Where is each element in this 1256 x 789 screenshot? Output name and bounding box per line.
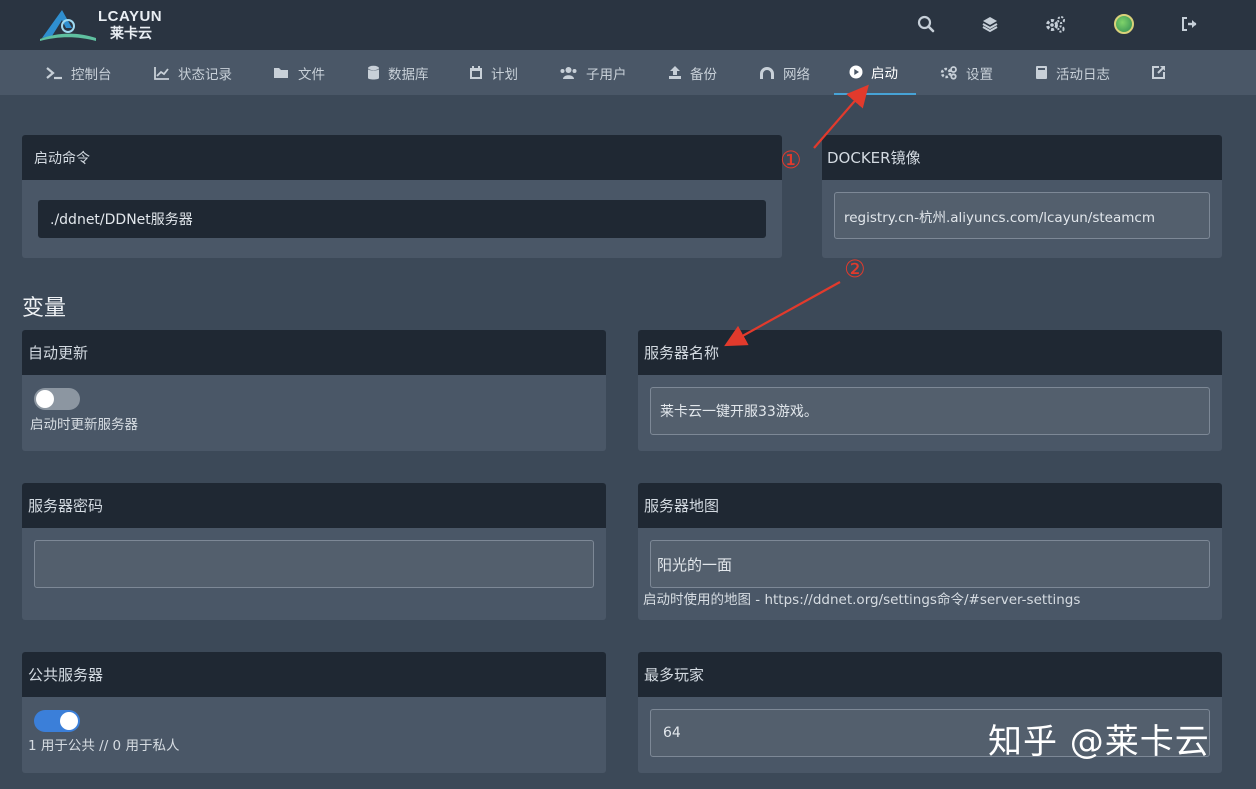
server-password-title: 服务器密码 bbox=[22, 483, 606, 528]
nav-item-network[interactable]: 网络 bbox=[759, 50, 810, 95]
variables-title: 变量 bbox=[22, 296, 67, 321]
server-name-field[interactable]: 莱卡云一键开服33游戏。 bbox=[650, 387, 1210, 435]
nav-label: 计划 bbox=[491, 66, 518, 83]
logo-mark-icon bbox=[40, 10, 96, 41]
startup-command-title: 启动命令 bbox=[22, 135, 782, 180]
startup-command-card: 启动命令 ./ddnet/DDNet服务器 bbox=[22, 135, 782, 258]
nav-item-startup[interactable]: 启动 bbox=[834, 50, 916, 95]
brand-logo[interactable]: LCAYUN 莱卡云 bbox=[38, 6, 178, 42]
server-nav: 控制台 状态记录 文件 数据库 计划 子用户 备份 网络 启动 设置 活动日志 bbox=[0, 50, 1256, 95]
docker-image-card: DOCKER镜像 registry.cn-杭州.aliyuncs.com/lca… bbox=[822, 135, 1222, 258]
auto-update-card: 自动更新 启动时更新服务器 bbox=[22, 330, 606, 451]
network-icon bbox=[760, 66, 774, 79]
max-players-title: 最多玩家 bbox=[638, 652, 1222, 697]
public-server-card: 公共服务器 1 用于公共 // 0 用于私人 bbox=[22, 652, 606, 773]
server-password-field[interactable] bbox=[34, 540, 594, 588]
folder-icon bbox=[274, 67, 288, 78]
nav-label: 启动 bbox=[871, 65, 898, 82]
nav-item-backups[interactable]: 备份 bbox=[668, 50, 717, 95]
server-name-card: 服务器名称 莱卡云一键开服33游戏。 bbox=[638, 330, 1222, 451]
external-link-icon[interactable] bbox=[1151, 50, 1166, 95]
nav-label: 状态记录 bbox=[178, 66, 232, 83]
docker-image-field[interactable]: registry.cn-杭州.aliyuncs.com/lcayun/steam… bbox=[834, 192, 1210, 239]
nav-label: 数据库 bbox=[388, 66, 429, 83]
server-map-help: 启动时使用的地图 - https://ddnet.org/settings命令/… bbox=[643, 592, 1081, 608]
upload-icon bbox=[669, 66, 681, 79]
docker-image-title: DOCKER镜像 bbox=[822, 135, 1222, 180]
nav-item-schedule[interactable]: 计划 bbox=[469, 50, 518, 95]
book-icon bbox=[1036, 66, 1047, 79]
nav-item-stats[interactable]: 状态记录 bbox=[154, 50, 232, 95]
top-bar: LCAYUN 莱卡云 bbox=[0, 0, 1256, 50]
auto-update-help: 启动时更新服务器 bbox=[30, 417, 138, 433]
nav-item-settings[interactable]: 设置 bbox=[940, 50, 993, 95]
sign-out-icon[interactable] bbox=[1179, 13, 1201, 35]
server-map-field[interactable]: 阳光的一面 bbox=[650, 540, 1210, 588]
calendar-icon bbox=[470, 66, 482, 79]
server-name-title: 服务器名称 bbox=[638, 330, 1222, 375]
watermark: 知乎 @莱卡云 bbox=[988, 722, 1210, 762]
startup-command-field[interactable]: ./ddnet/DDNet服务器 bbox=[38, 200, 766, 238]
brand-sub: 莱卡云 bbox=[110, 26, 152, 42]
nav-label: 设置 bbox=[966, 66, 993, 83]
public-server-help: 1 用于公共 // 0 用于私人 bbox=[28, 738, 180, 754]
nav-label: 文件 bbox=[298, 66, 325, 83]
server-password-card: 服务器密码 bbox=[22, 483, 606, 620]
search-icon[interactable] bbox=[915, 13, 937, 35]
auto-update-title: 自动更新 bbox=[22, 330, 606, 375]
public-server-title: 公共服务器 bbox=[22, 652, 606, 697]
nav-item-console[interactable]: 控制台 bbox=[45, 50, 112, 95]
nav-label: 子用户 bbox=[586, 66, 627, 83]
nav-item-subusers[interactable]: 子用户 bbox=[559, 50, 627, 95]
nav-item-database[interactable]: 数据库 bbox=[367, 50, 429, 95]
user-avatar[interactable] bbox=[1114, 14, 1134, 34]
auto-update-toggle[interactable] bbox=[34, 388, 80, 410]
nav-item-files[interactable]: 文件 bbox=[273, 50, 325, 95]
database-icon bbox=[368, 65, 379, 79]
server-map-card: 服务器地图 阳光的一面 启动时使用的地图 - https://ddnet.org… bbox=[638, 483, 1222, 620]
play-circle-icon bbox=[849, 65, 863, 78]
nav-label: 控制台 bbox=[71, 66, 112, 83]
chart-icon bbox=[154, 66, 169, 80]
toggle-knob bbox=[36, 390, 54, 408]
toggle-knob bbox=[60, 712, 78, 730]
terminal-icon bbox=[46, 66, 62, 79]
nav-label: 网络 bbox=[783, 66, 810, 83]
server-map-title: 服务器地图 bbox=[638, 483, 1222, 528]
layers-icon[interactable] bbox=[979, 13, 1001, 35]
users-icon bbox=[560, 66, 577, 79]
annotation-one: ① bbox=[780, 146, 802, 174]
gears-icon[interactable] bbox=[1045, 13, 1067, 35]
nav-label: 备份 bbox=[690, 66, 717, 83]
public-server-toggle[interactable] bbox=[34, 710, 80, 732]
nav-item-activity[interactable]: 活动日志 bbox=[1035, 50, 1110, 95]
annotation-two: ② bbox=[844, 255, 866, 283]
gears-icon bbox=[940, 66, 957, 80]
nav-label: 活动日志 bbox=[1056, 66, 1110, 83]
